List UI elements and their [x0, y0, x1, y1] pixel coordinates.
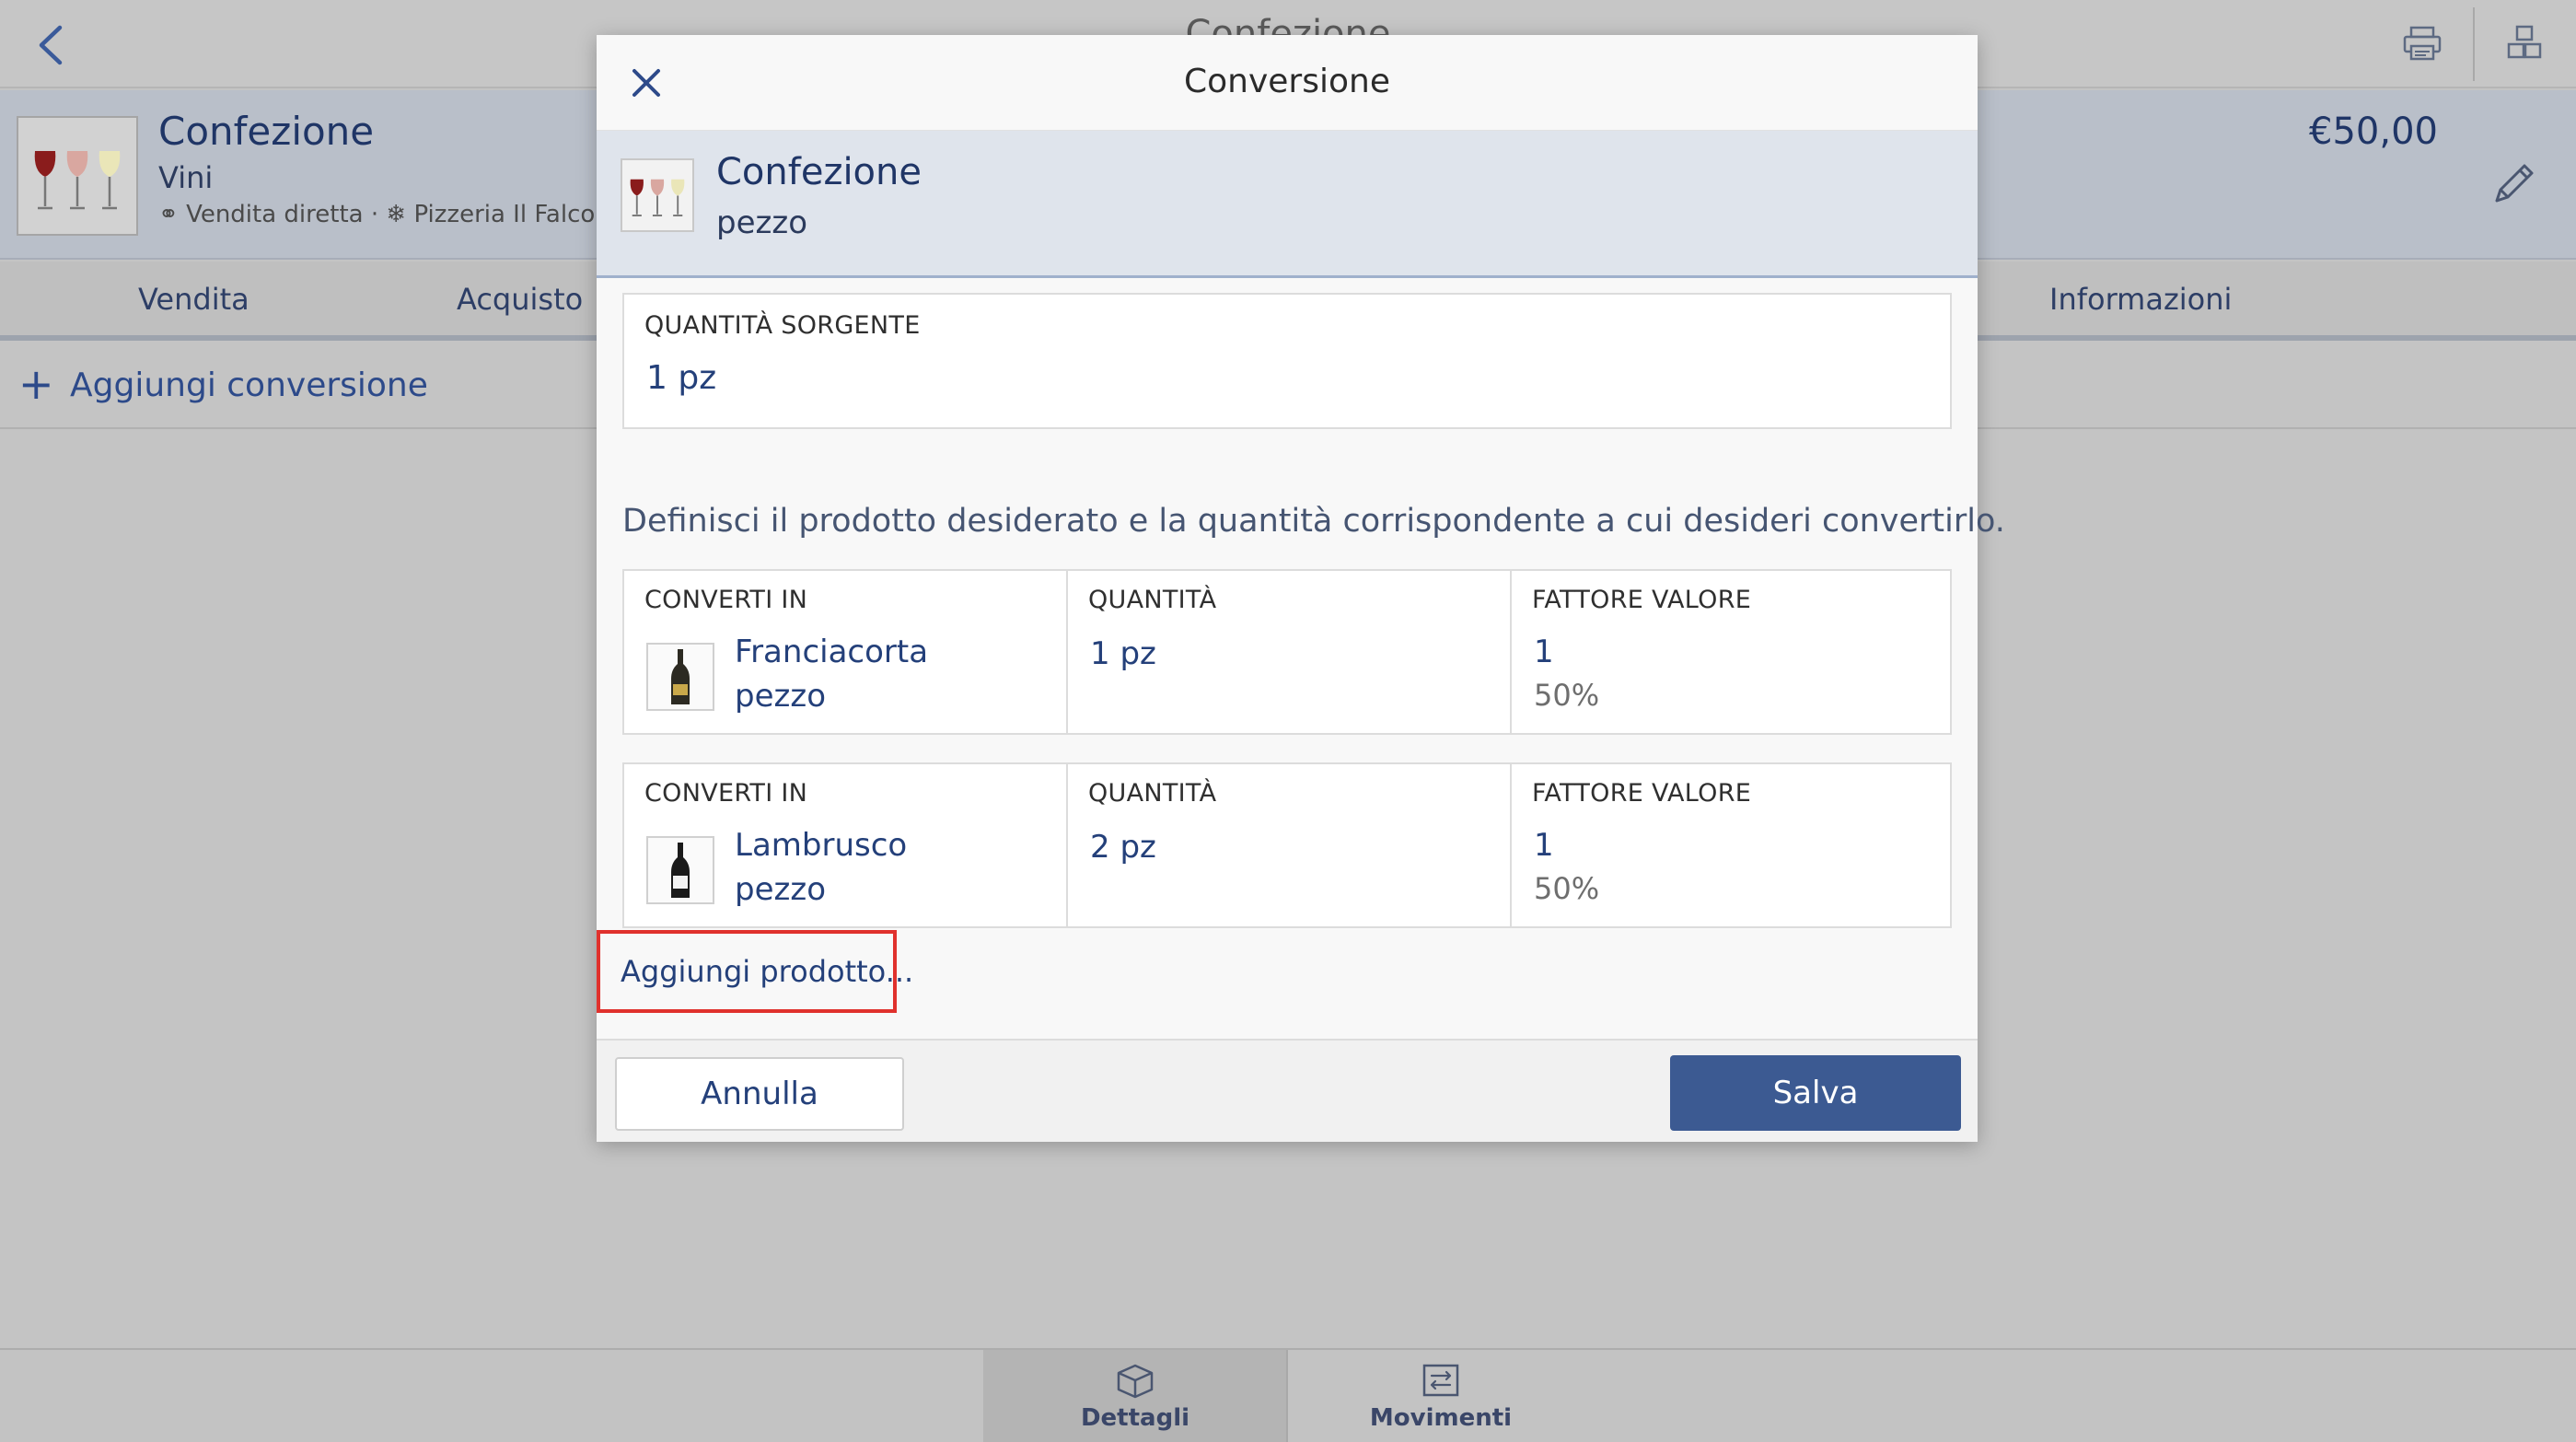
- quantity-cell[interactable]: QUANTITÀ 2 pz: [1068, 764, 1512, 926]
- tab-acquisto[interactable]: Acquisto: [457, 282, 583, 317]
- product-price: €50,00: [2309, 110, 2438, 153]
- product-image: [17, 116, 138, 236]
- conversion-dialog: Conversione Confezione pezzo QUANTITÀ SO…: [597, 35, 2005, 1142]
- nav-movimenti[interactable]: Movimenti: [1289, 1350, 1593, 1442]
- product-thumbnail: [646, 643, 714, 711]
- quantity-label: QUANTITÀ: [1088, 586, 1217, 614]
- wine-glasses-icon: [34, 151, 121, 210]
- add-product-button[interactable]: Aggiungi prodotto...: [597, 930, 913, 1013]
- value-factor-cell[interactable]: FATTORE VALORE 1 50%: [1512, 571, 1952, 733]
- product-meta: ⚭ Vendita diretta · ❄ Pizzeria Il Falcon…: [158, 201, 656, 228]
- value-factor-percent: 50%: [1534, 678, 1600, 713]
- conversion-row: CONVERTI IN Lambrusco pezzo QUANTITÀ 2 p…: [622, 762, 1952, 928]
- transfer-icon: [1422, 1364, 1459, 1397]
- convert-to-cell[interactable]: CONVERTI IN Franciacorta pezzo: [624, 571, 1068, 733]
- instruction-text: Definisci il prodotto desiderato e la qu…: [622, 503, 2005, 540]
- convert-to-cell[interactable]: CONVERTI IN Lambrusco pezzo: [624, 764, 1068, 926]
- convert-to-product: Lambrusco: [735, 827, 908, 864]
- convert-to-label: CONVERTI IN: [644, 779, 808, 808]
- dialog-product-unit: pezzo: [716, 204, 807, 241]
- convert-to-unit: pezzo: [735, 678, 826, 715]
- product-category: Vini: [158, 160, 214, 195]
- dialog-header: Conversione: [597, 35, 1978, 131]
- bottle-icon: [671, 843, 690, 898]
- quantity-value: 2 pz: [1090, 829, 1156, 866]
- meta-separator: ·: [370, 201, 387, 228]
- dialog-title: Conversione: [1184, 63, 1390, 100]
- convert-to-label: CONVERTI IN: [644, 586, 808, 614]
- package-icon: [1117, 1364, 1154, 1399]
- boxes-icon: [2507, 25, 2542, 59]
- value-factor-cell[interactable]: FATTORE VALORE 1 50%: [1512, 764, 1952, 926]
- tab-informazioni[interactable]: Informazioni: [2049, 282, 2232, 317]
- snowflake-icon: ❄: [386, 201, 407, 228]
- value-factor-value: 1: [1534, 634, 1554, 670]
- product-thumbnail: [646, 836, 714, 904]
- source-quantity-value: 1 pz: [646, 359, 717, 397]
- add-product-label: Aggiungi prodotto...: [621, 954, 914, 989]
- wine-glasses-icon: [630, 179, 685, 216]
- plus-icon: +: [18, 359, 54, 409]
- nav-movimenti-label: Movimenti: [1369, 1404, 1513, 1432]
- product-channel: Vendita diretta: [186, 201, 364, 228]
- top-icons: [2372, 0, 2576, 88]
- tab-vendita[interactable]: Vendita: [138, 282, 249, 317]
- quantity-value: 1 pz: [1090, 635, 1156, 672]
- nav-dettagli[interactable]: Dettagli: [983, 1350, 1287, 1442]
- product-name: Confezione: [158, 109, 375, 154]
- value-factor-value: 1: [1534, 827, 1554, 864]
- value-factor-label: FATTORE VALORE: [1532, 586, 1752, 614]
- dialog-product: Confezione pezzo: [597, 131, 1978, 278]
- print-button[interactable]: [2372, 0, 2473, 88]
- convert-to-product: Franciacorta: [735, 634, 929, 670]
- source-quantity-label: QUANTITÀ SORGENTE: [644, 311, 921, 340]
- bottle-icon: [671, 649, 690, 704]
- conversion-row: CONVERTI IN Franciacorta pezzo QUANTITÀ …: [622, 569, 1952, 735]
- printer-icon: [2403, 26, 2442, 61]
- quantity-cell[interactable]: QUANTITÀ 1 pz: [1068, 571, 1512, 733]
- edit-button[interactable]: [2477, 147, 2550, 221]
- value-factor-label: FATTORE VALORE: [1532, 779, 1752, 808]
- add-conversion-label: Aggiungi conversione: [70, 366, 428, 404]
- tag-icon: ⚭: [158, 201, 179, 228]
- cancel-button[interactable]: Annulla: [615, 1057, 904, 1131]
- quantity-label: QUANTITÀ: [1088, 779, 1217, 808]
- save-button[interactable]: Salva: [1670, 1055, 1961, 1131]
- bottom-divider: [1286, 1350, 1288, 1442]
- convert-to-unit: pezzo: [735, 871, 826, 908]
- pencil-icon: [2495, 164, 2534, 203]
- dialog-footer: Annulla Salva: [597, 1039, 1978, 1142]
- value-factor-percent: 50%: [1534, 871, 1600, 906]
- source-quantity-field[interactable]: QUANTITÀ SORGENTE 1 pz: [622, 293, 1952, 429]
- dialog-product-name: Confezione: [716, 151, 922, 193]
- bottom-nav: Dettagli Movimenti: [0, 1348, 2576, 1442]
- nav-dettagli-label: Dettagli: [1080, 1404, 1190, 1432]
- dialog-product-image: [621, 158, 694, 232]
- stock-button[interactable]: [2475, 0, 2576, 88]
